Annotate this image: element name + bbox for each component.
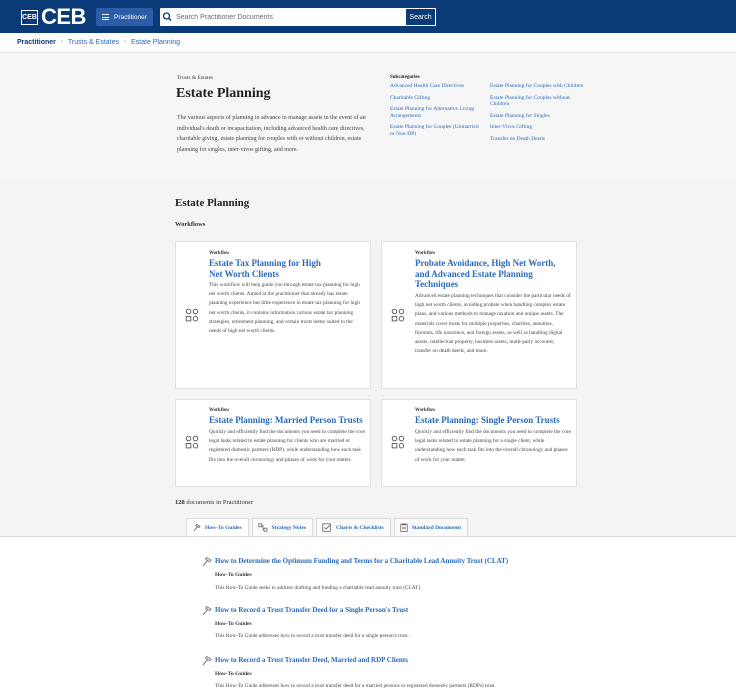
chevron-right-icon: ›	[60, 39, 63, 45]
workflow-card-kicker: Workflow	[415, 408, 436, 413]
search-button[interactable]: Search	[405, 8, 436, 26]
workflow-card-kicker: Workflow	[209, 408, 230, 413]
result-description: This How-To Guide addresses how to recor…	[215, 683, 496, 689]
result-description: This How-To Guide seeks to address draft…	[215, 585, 422, 591]
tab-standard-documents[interactable]: Standard Documents	[393, 518, 469, 536]
workflow-card[interactable]: Workflow Estate Tax Planning for High Ne…	[175, 241, 371, 389]
divider	[0, 536, 736, 537]
ceb-logo[interactable]: CEB CEB	[21, 4, 86, 29]
document-count: 128 documents in Practitioner	[175, 499, 253, 506]
subcategories-label: Subcategories	[390, 75, 420, 80]
subcategories-list-right: Estate Planning for Couples with Childre…	[490, 83, 586, 147]
page-title: Estate Planning	[176, 86, 271, 101]
hammer-icon	[202, 655, 212, 666]
breadcrumb-item-practitioner[interactable]: Practitioner	[17, 39, 56, 46]
workflow-card-description: Advanced estate planning techniques that…	[415, 293, 571, 355]
workflow-card-description: This workflow will help guide you throug…	[209, 282, 360, 335]
logo-mark: CEB	[21, 9, 38, 25]
subcategory-link[interactable]: Estate Planning for Alternative Living A…	[390, 106, 482, 119]
section-title: Estate Planning	[175, 197, 250, 209]
result-title-link[interactable]: How to Record a Trust Transfer Deed, Mar…	[215, 656, 408, 664]
subcategory-link[interactable]: Estate Planning for Couples with Childre…	[490, 83, 586, 90]
hammer-icon	[202, 556, 212, 567]
workflow-card-title[interactable]: Estate Tax Planning for High Net Worth C…	[209, 258, 329, 279]
workflow-card-kicker: Workflow	[209, 251, 230, 256]
result-title-link[interactable]: How to Determine the Optimum Funding and…	[215, 557, 508, 565]
workflows-heading: Workflows	[175, 221, 206, 228]
workflow-icon	[391, 308, 405, 322]
workflow-card[interactable]: Workflow Probate Avoidance, High Net Wor…	[381, 241, 577, 389]
strategy-icon	[258, 523, 268, 532]
result-type: How-To Guides	[215, 621, 252, 627]
workflow-icon	[391, 435, 405, 449]
hammer-icon	[202, 605, 212, 616]
document-count-label: documents in Practitioner	[186, 499, 254, 506]
topic-description: The various aspects of planning in advan…	[177, 115, 366, 153]
workflow-card-description: Quickly and efficiently find the documen…	[415, 429, 571, 463]
workflow-card-title[interactable]: Estate Planning: Single Person Trusts	[415, 415, 575, 426]
subcategories-list-left: Advanced Health Care Directives Charitab…	[390, 83, 482, 142]
tab-label: Charts & Checklists	[336, 524, 384, 531]
workflow-card-title[interactable]: Probate Avoidance, High Net Worth, and A…	[415, 258, 565, 290]
workflow-card[interactable]: Workflow Estate Planning: Married Person…	[175, 399, 371, 487]
result-type: How-To Guides	[215, 572, 252, 578]
logo-mark-text: CEB	[22, 13, 37, 21]
workflow-card[interactable]: Workflow Estate Planning: Single Person …	[381, 399, 577, 487]
tab-charts-checklists[interactable]: Charts & Checklists	[316, 518, 391, 536]
breadcrumb-item-estate-planning[interactable]: Estate Planning	[131, 39, 180, 46]
chevron-right-icon: ›	[124, 39, 126, 45]
logo-text: CEB	[41, 4, 86, 29]
topic-parent-label: Trusts & Estates	[177, 75, 214, 81]
result-title-link[interactable]: How to Record a Trust Transfer Deed for …	[215, 606, 408, 614]
workflow-icon	[185, 435, 199, 449]
breadcrumb-item-trusts-estates[interactable]: Trusts & Estates	[68, 39, 119, 46]
hamburger-icon	[102, 13, 109, 22]
workflow-icon	[185, 308, 199, 322]
hammer-icon	[193, 523, 201, 532]
tab-label: Standard Documents	[411, 524, 462, 531]
subcategory-link[interactable]: Transfer on Death Deeds	[490, 136, 586, 143]
checklist-icon	[322, 523, 332, 532]
subcategory-link[interactable]: Estate Planning for Couples (Unmarried o…	[390, 124, 482, 137]
search-icon	[162, 12, 172, 22]
search-input[interactable]	[176, 8, 404, 26]
subcategory-link[interactable]: Estate Planning for Singles	[490, 113, 586, 120]
breadcrumb: Practitioner › Trusts & Estates › Estate…	[17, 36, 180, 48]
document-type-tabs: How-To Guides Strategy Notes Charts & Ch…	[186, 518, 471, 536]
tab-strategy-notes[interactable]: Strategy Notes	[251, 518, 314, 536]
product-menu-button[interactable]: Practitioner	[96, 8, 153, 26]
subcategory-link[interactable]: Advanced Health Care Directives	[390, 83, 482, 90]
workflow-card-title[interactable]: Estate Planning: Married Person Trusts	[209, 415, 369, 426]
search-box	[160, 8, 436, 26]
subcategory-link[interactable]: Charitable Gifting	[390, 95, 482, 102]
workflow-card-kicker: Workflow	[415, 251, 436, 256]
result-type: How-To Guides	[215, 671, 252, 677]
tab-label: How-To Guides	[205, 524, 242, 531]
tab-label: Strategy Notes	[271, 524, 307, 531]
subcategory-link[interactable]: Inter-Vivos Gifting	[490, 124, 586, 131]
tab-how-to-guides[interactable]: How-To Guides	[186, 518, 249, 536]
document-count-number: 128	[175, 499, 185, 506]
document-icon	[400, 523, 408, 532]
product-menu-label: Practitioner	[114, 13, 147, 21]
subcategory-link[interactable]: Estate Planning for Couples without Chil…	[490, 95, 586, 108]
result-description: This How-To Guide addresses how to recor…	[215, 633, 409, 639]
workflow-card-description: Quickly and efficiently find the documen…	[209, 429, 365, 463]
